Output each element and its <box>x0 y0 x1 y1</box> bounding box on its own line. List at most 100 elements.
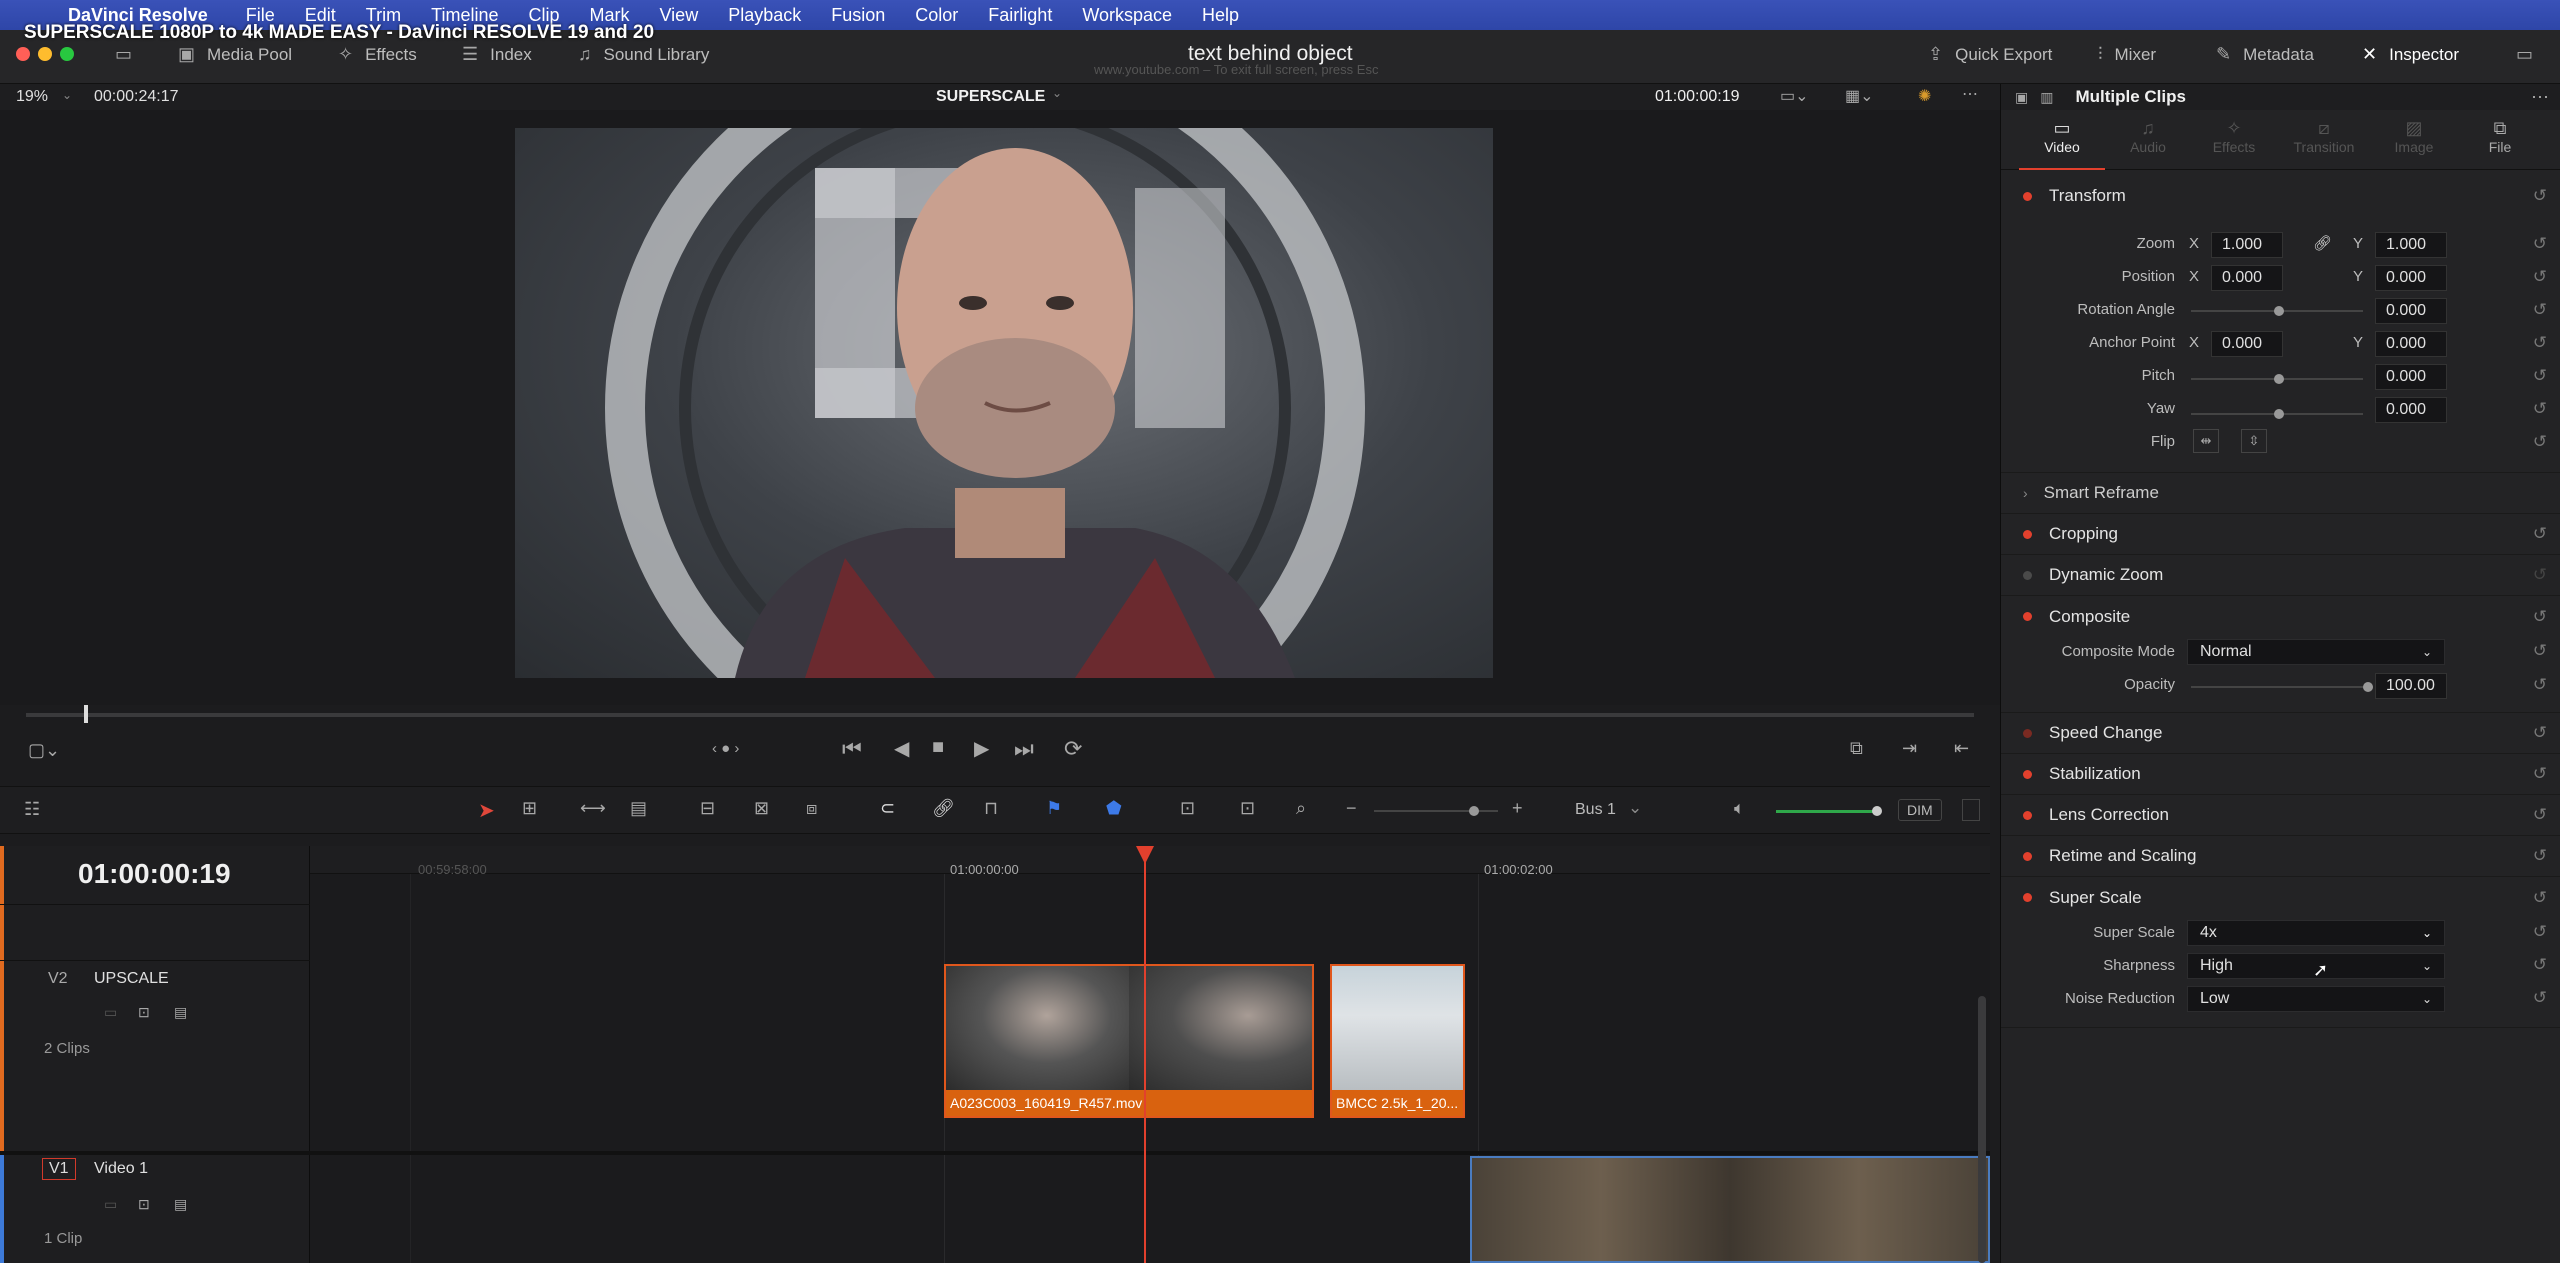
play-reverse-icon[interactable]: ◀ <box>894 736 909 761</box>
zoom-full-icon[interactable]: ⊡ <box>1180 798 1195 819</box>
tab-image[interactable]: ▨ Image <box>2371 110 2457 170</box>
reset-icon[interactable]: ↺ <box>2533 723 2547 743</box>
go-to-start-icon[interactable]: ⏮ <box>842 736 862 762</box>
effects-button[interactable]: ✧ Effects <box>338 44 417 65</box>
track-lock-icon[interactable]: ▭ <box>104 1196 117 1213</box>
replace-clip-icon[interactable]: ⧈ <box>806 798 817 819</box>
lens-correction-header[interactable]: Lens Correction ↺ <box>2001 795 2560 836</box>
reset-icon[interactable]: ↺ <box>2533 565 2547 585</box>
opacity-slider[interactable] <box>2191 682 2373 692</box>
yaw-slider[interactable] <box>2191 409 2363 419</box>
more-options-icon[interactable]: ⋯ <box>2531 87 2549 108</box>
zoom-level[interactable]: 19% <box>16 88 48 106</box>
reset-icon[interactable]: ↺ <box>2533 267 2547 287</box>
minimize-window-button[interactable] <box>38 47 52 61</box>
reset-icon[interactable]: ↺ <box>2533 846 2547 866</box>
reset-icon[interactable]: ↺ <box>2533 300 2547 320</box>
smart-reframe-header[interactable]: › Smart Reframe <box>2001 473 2560 514</box>
reset-icon[interactable]: ↺ <box>2533 805 2547 825</box>
zoom-in-icon[interactable]: + <box>1512 798 1523 819</box>
menu-help[interactable]: Help <box>1202 5 1239 26</box>
chevron-down-icon[interactable]: ⌄ <box>1052 86 1062 100</box>
chevron-down-icon[interactable]: ⌄ <box>1628 798 1642 818</box>
track-lock-icon[interactable]: ▭ <box>104 1004 117 1021</box>
scrub-bar[interactable] <box>26 705 1974 723</box>
dynamic-trim-icon[interactable]: ⟷ <box>580 798 606 819</box>
zoom-y-field[interactable]: 1.000 <box>2375 232 2447 258</box>
next-edit-icon[interactable]: ⇥ <box>1902 738 1917 759</box>
inspector-full-icon[interactable]: ▥ <box>2040 89 2053 106</box>
sound-library-button[interactable]: ♫ Sound Library <box>578 44 709 65</box>
loop-icon[interactable]: ⟳ <box>1064 736 1082 762</box>
timeline-zoom-slider[interactable] <box>1374 806 1498 816</box>
track-name-v1[interactable]: Video 1 <box>94 1160 148 1178</box>
menu-fairlight[interactable]: Fairlight <box>988 5 1052 26</box>
bus-select[interactable]: Bus 1 <box>1575 801 1616 819</box>
menu-playback[interactable]: Playback <box>728 5 801 26</box>
reset-icon[interactable]: ↺ <box>2533 186 2547 206</box>
track-enable-icon[interactable]: ▤ <box>174 1196 187 1213</box>
inspector-button[interactable]: ✕ Inspector <box>2362 44 2459 65</box>
anchor-x-field[interactable]: 0.000 <box>2211 331 2283 357</box>
composite-mode-dropdown[interactable]: Normal ⌄ <box>2187 639 2445 665</box>
overwrite-clip-icon[interactable]: ⊠ <box>754 798 769 819</box>
match-frame-icon[interactable]: ⧉ <box>1850 738 1863 759</box>
rotation-field[interactable]: 0.000 <box>2375 298 2447 324</box>
index-button[interactable]: ☰ Index <box>462 44 532 65</box>
crop-icon[interactable]: ▢⌄ <box>28 740 60 761</box>
prev-edit-icon[interactable]: ⇤ <box>1954 738 1969 759</box>
reset-icon[interactable]: ↺ <box>2533 234 2547 254</box>
position-x-field[interactable]: 0.000 <box>2211 265 2283 291</box>
lock-icon[interactable]: ⊓ <box>984 798 998 819</box>
timeline-clip[interactable] <box>1470 1156 1990 1263</box>
audio-meter-icon[interactable] <box>1962 799 1980 821</box>
track-id-v2[interactable]: V2 <box>48 970 68 988</box>
composite-header[interactable]: Composite ↺ <box>2001 596 2560 637</box>
menu-view[interactable]: View <box>660 5 699 26</box>
flag-icon[interactable]: ⚑ <box>1046 798 1062 819</box>
track-enable-icon[interactable]: ▤ <box>174 1004 187 1021</box>
reset-icon[interactable]: ↺ <box>2533 524 2547 544</box>
mixer-button[interactable]: ⫶ Mixer <box>2098 44 2156 65</box>
dim-button[interactable]: DIM <box>1898 799 1942 821</box>
snapping-icon[interactable]: ⊂ <box>880 798 895 819</box>
zoom-x-field[interactable]: 1.000 <box>2211 232 2283 258</box>
track-id-v1[interactable]: V1 <box>42 1158 76 1180</box>
more-options-icon[interactable]: ⋯ <box>1962 84 1978 104</box>
track-name-v2[interactable]: UPSCALE <box>94 970 169 988</box>
reset-icon[interactable]: ↺ <box>2533 922 2547 942</box>
link-icon[interactable]: 🔗︎ <box>2313 234 2332 252</box>
noise-reduction-dropdown[interactable]: Low ⌄ <box>2187 986 2445 1012</box>
reset-icon[interactable]: ↺ <box>2533 988 2547 1008</box>
stabilization-header[interactable]: Stabilization ↺ <box>2001 754 2560 795</box>
metadata-button[interactable]: ✎ Metadata <box>2216 44 2314 65</box>
reset-icon[interactable]: ↺ <box>2533 641 2547 661</box>
reset-icon[interactable]: ↺ <box>2533 366 2547 386</box>
tab-transition[interactable]: ⧄ Transition <box>2277 110 2371 170</box>
timeline-zoom-knob[interactable] <box>1469 806 1479 816</box>
slider-knob[interactable] <box>2274 306 2284 316</box>
reset-icon[interactable]: ↺ <box>2533 955 2547 975</box>
marker-icon[interactable]: ⬟ <box>1106 798 1122 819</box>
slider-knob[interactable] <box>2363 682 2373 692</box>
playhead-marker[interactable] <box>1136 846 1154 864</box>
slider-knob[interactable] <box>2274 374 2284 384</box>
pitch-slider[interactable] <box>2191 374 2363 384</box>
pitch-field[interactable]: 0.000 <box>2375 364 2447 390</box>
reset-icon[interactable]: ↺ <box>2533 764 2547 784</box>
scrub-playhead[interactable] <box>84 705 88 723</box>
anchor-y-field[interactable]: 0.000 <box>2375 331 2447 357</box>
timeline-name[interactable]: SUPERSCALE <box>936 88 1045 106</box>
layout-icon[interactable]: ▦⌄ <box>1845 86 1874 106</box>
go-to-end-icon[interactable]: ⏭ <box>1014 736 1034 762</box>
flip-vertical-icon[interactable]: ⇳ <box>2241 429 2267 453</box>
play-icon[interactable]: ▶ <box>974 736 989 761</box>
auto-select-icon[interactable]: ⊡ <box>138 1196 150 1213</box>
color-wheel-icon[interactable]: ✺ <box>1918 86 1931 106</box>
timeline-area[interactable]: 00:59:58:00 01:00:00:00 01:00:02:00 A023… <box>310 846 1990 1263</box>
speed-change-header[interactable]: Speed Change ↺ <box>2001 713 2560 754</box>
tab-effects[interactable]: ✧ Effects <box>2191 110 2277 170</box>
menu-color[interactable]: Color <box>915 5 958 26</box>
enable-toggle[interactable] <box>2023 810 2032 820</box>
super-scale-header[interactable]: Super Scale ↺ <box>2001 877 2560 918</box>
